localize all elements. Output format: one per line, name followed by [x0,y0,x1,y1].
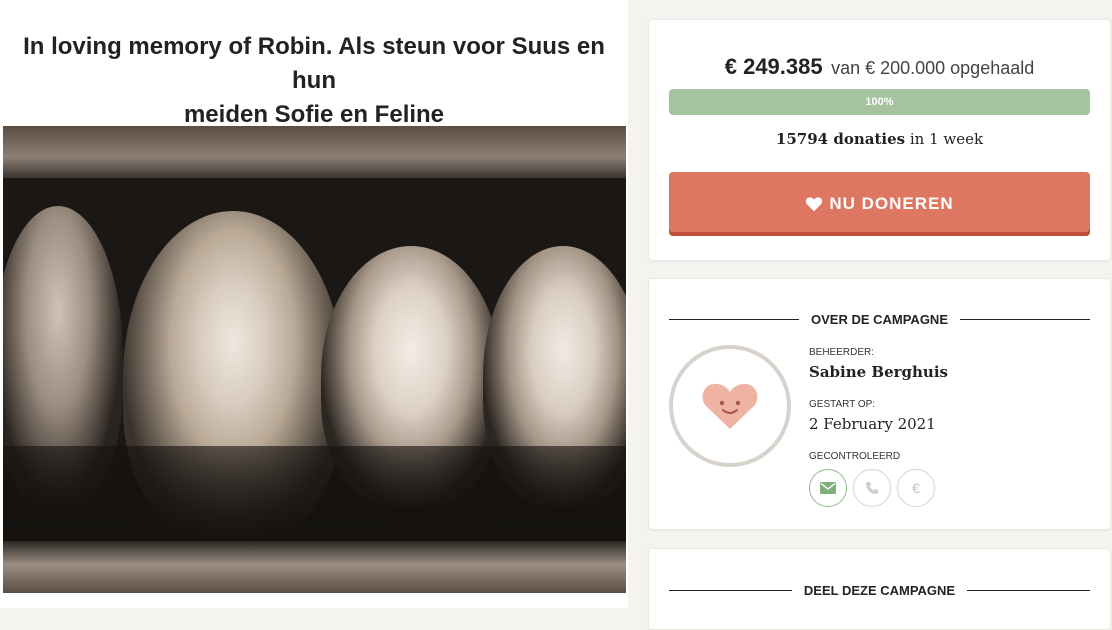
share-heading-row: DEEL DEZE CAMPAGNE [669,580,1091,600]
manager-name: Sabine Berghuis [809,363,948,381]
about-heading: OVER DE CAMPAGNE [811,311,948,327]
phone-icon [866,482,878,494]
started-date: 2 February 2021 [809,415,936,433]
campaign-main: In loving memory of Robin. Als steun voo… [0,0,628,608]
heading-rule-left [669,318,799,320]
progress-label: 100% [865,96,894,108]
progress-bar: 100% [669,89,1090,115]
goal-text: van € 200.000 opgehaald [831,58,1035,78]
donations-count: 15794 donaties [775,130,906,148]
euro-icon: € [912,480,920,496]
photo-top-band [3,126,626,178]
photo-clothing [3,446,626,546]
manager-label: BEHEERDER: [809,347,875,358]
campaign-photo [3,126,626,593]
heading-rule-right [967,589,1091,591]
heading-rule-left [669,589,792,591]
amount-raised-line: € 249.385 van € 200.000 opgehaald [649,54,1110,80]
donations-duration: in 1 week [909,130,984,148]
amount-raised: € 249.385 [724,54,823,79]
campaign-title-line1: In loving memory of Robin. Als steun voo… [23,33,605,94]
about-card: OVER DE CAMPAGNE BEHEERDER: Sabine Bergh… [648,278,1111,530]
smiling-heart-icon [702,383,758,429]
verified-bank-badge: € [897,469,935,507]
photo-bottom-band [3,541,626,593]
campaign-title: In loving memory of Robin. Als steun voo… [0,30,628,132]
verified-email-badge [809,469,847,507]
share-heading: DEEL DEZE CAMPAGNE [803,582,956,598]
donation-card: € 249.385 van € 200.000 opgehaald 100% 1… [648,19,1111,261]
share-card: DEEL DEZE CAMPAGNE [648,548,1111,630]
about-heading-row: OVER DE CAMPAGNE [669,309,1090,329]
donate-button-label: NU DONEREN [829,194,954,213]
campaign-avatar [669,345,791,467]
started-label: GESTART OP: [809,399,876,410]
verified-phone-badge [853,469,891,507]
donate-button[interactable]: NU DONEREN [669,172,1090,236]
heart-icon [806,197,823,212]
donation-stats: 15794 donaties in 1 week [649,130,1110,148]
envelope-icon [820,482,836,494]
heading-rule-right [960,318,1090,320]
verified-label: GECONTROLEERD [809,451,901,462]
